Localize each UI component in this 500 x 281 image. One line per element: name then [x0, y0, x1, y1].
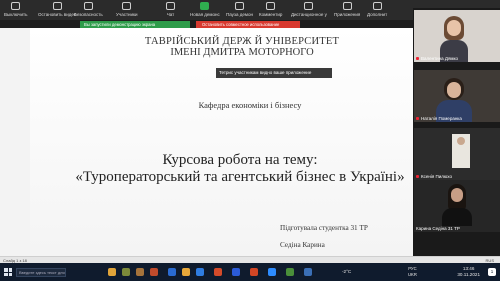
store-icon[interactable] [196, 268, 204, 276]
participant-tile[interactable]: Карина Седіна 31 ТР [414, 180, 500, 232]
chat-icon [166, 2, 175, 10]
app-icon[interactable] [304, 268, 312, 276]
taskbar-search-input[interactable]: Введите здесь текст для поиска [16, 268, 66, 277]
clock[interactable]: 13:46 30.11.2021 [457, 266, 480, 278]
new-share-button[interactable]: Новая демонс [190, 1, 220, 20]
word-icon[interactable] [232, 268, 240, 276]
participant-body [442, 208, 472, 226]
mic-muted-icon [416, 175, 419, 178]
pause-share-button[interactable]: Пауза демон [226, 1, 253, 20]
presentation-slide: ТАВРІЙСЬКИЙ ДЕРЖ Й УНІВЕРСИТЕТ ІМЕНІ ДМИ… [30, 28, 413, 256]
language-indicator[interactable]: РУС UKR [408, 266, 417, 278]
participants-panel: Валентина Дямко Наталія Померанка Ксенія… [413, 8, 500, 258]
share-icon [200, 2, 210, 10]
video-icon [52, 2, 62, 10]
app-icon[interactable] [150, 268, 158, 276]
zoom-icon[interactable] [268, 268, 276, 276]
notifications-button[interactable]: 1 [488, 268, 496, 276]
clock-date: 30.11.2021 [457, 272, 480, 277]
department-name: Кафедра економіки і бізнесу [198, 100, 302, 110]
mic-muted-icon [416, 117, 419, 120]
start-button[interactable] [4, 268, 12, 276]
participant-face [457, 137, 465, 145]
folder-icon[interactable] [108, 268, 116, 276]
participant-name: Карина Седіна 31 ТР [416, 226, 460, 231]
weather-widget[interactable]: -2°C [342, 269, 351, 274]
chrome-icon[interactable] [214, 268, 222, 276]
remote-icon [304, 2, 314, 10]
participants-button[interactable]: Участники [116, 1, 138, 20]
edge-icon[interactable] [168, 268, 176, 276]
pause-icon [234, 2, 244, 10]
mic-icon [11, 2, 21, 10]
annotate-icon [266, 2, 276, 10]
more-icon [372, 2, 382, 10]
course-work-title: «Туроператорський та агентський бізнес в… [75, 169, 405, 185]
shared-screen: ТАВРІЙСЬКИЙ ДЕРЖ Й УНІВЕРСИТЕТ ІМЕНІ ДМИ… [0, 28, 413, 281]
participant-tile[interactable]: Ксенія Пилюхо [414, 128, 500, 180]
explorer-icon[interactable] [182, 268, 190, 276]
powerpoint-icon[interactable] [250, 268, 258, 276]
author-line: Підготувала студентка 31 ТР [280, 224, 368, 232]
stop-video-button[interactable]: Остановить видео [38, 1, 76, 20]
annotate-button[interactable]: Комментир [259, 1, 282, 20]
participant-name: Ксенія Пилюхо [421, 174, 452, 179]
participant-tile[interactable]: Валентина Дямко [414, 10, 500, 62]
mic-muted-icon [416, 57, 419, 60]
app-icon[interactable] [122, 268, 130, 276]
apps-button[interactable]: Приложения [334, 1, 360, 20]
security-button[interactable]: Безопасность [74, 1, 103, 20]
windows-taskbar: Введите здесь текст для поиска -2°C РУС … [0, 263, 500, 281]
sharing-banner: Вы запустили демонстрацию экрана [80, 21, 190, 28]
participant-name: Валентина Дямко [421, 56, 459, 61]
participant-face [447, 20, 461, 36]
course-work-heading: Курсова робота на тему: [162, 152, 318, 168]
app-icon[interactable] [286, 268, 294, 276]
author-name: Седіна Карина [280, 241, 325, 249]
apps-icon [342, 2, 352, 10]
powerpoint-statusbar: Слайд 1 з 18 RUS [0, 256, 500, 263]
mute-button[interactable]: Выключить [4, 1, 27, 20]
stop-share-button[interactable]: Остановить совместное использование [196, 21, 300, 28]
chat-button[interactable]: Чат [166, 1, 175, 20]
more-button[interactable]: Дополнит [367, 1, 387, 20]
remote-control-button[interactable]: Дистанционное у [291, 1, 327, 20]
shield-icon [83, 2, 93, 10]
participant-face [451, 188, 463, 202]
participant-name: Наталія Померанка [421, 116, 462, 121]
participant-face [447, 82, 461, 98]
share-tooltip: Тетрис участникам видно ваше приложение [216, 68, 332, 78]
zoom-window: Выключить Остановить видео Безопасность … [0, 0, 500, 281]
participant-tile[interactable]: Наталія Померанка [414, 70, 500, 122]
participants-icon [122, 2, 132, 10]
language-bottom: UKR [408, 272, 417, 277]
university-name-line1: ТАВРІЙСЬКИЙ ДЕРЖ Й УНІВЕРСИТЕТ [144, 36, 340, 47]
app-icon[interactable] [136, 268, 144, 276]
university-name-line2: ІМЕНІ ДМИТРА МОТОРНОГО [170, 47, 314, 58]
